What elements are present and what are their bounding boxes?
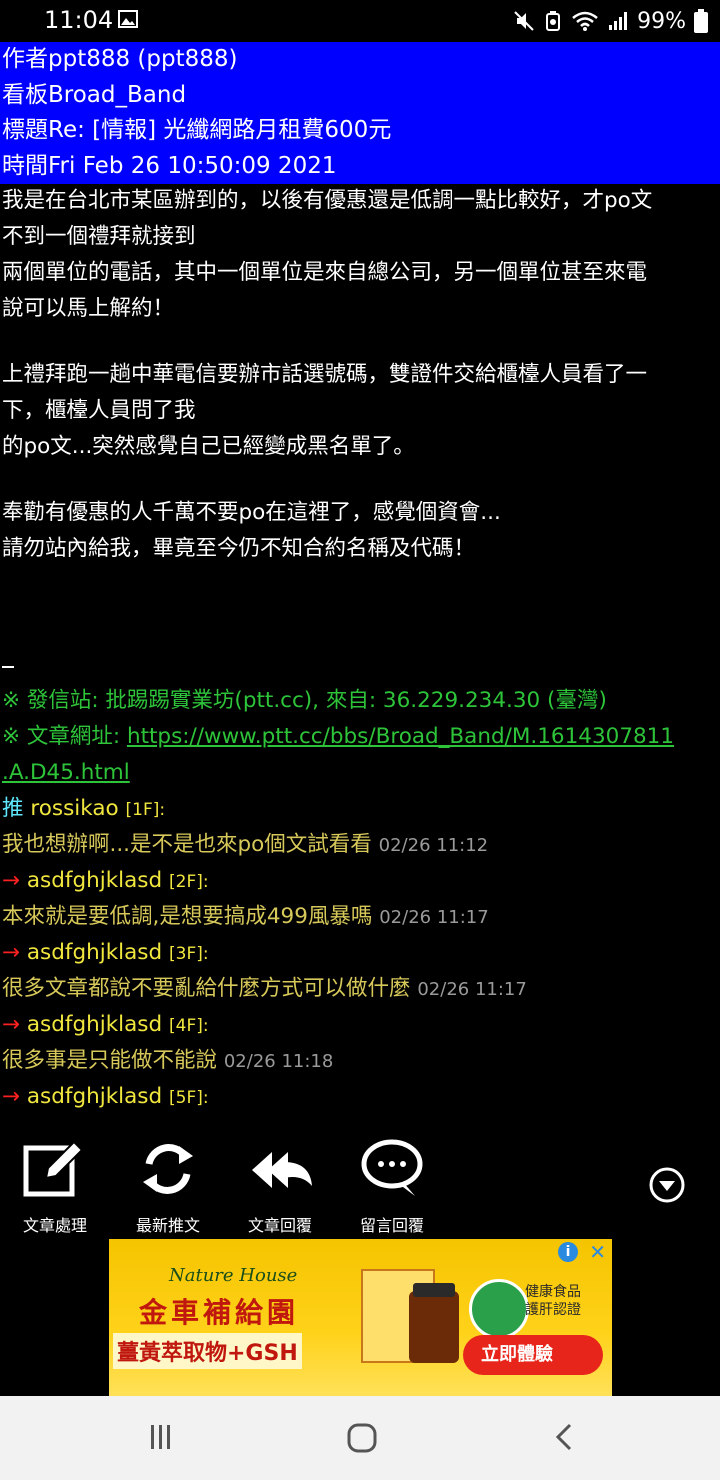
status-bar: 11:04 99% xyxy=(0,0,720,42)
health-food-badge-icon xyxy=(469,1279,529,1339)
article-author: 作者ppt888 (ppt888) xyxy=(2,46,238,72)
refresh-icon xyxy=(143,1144,193,1194)
article-board: 看板Broad_Band xyxy=(2,81,187,108)
article-actions-label: 文章處理 xyxy=(22,1216,87,1235)
comment-bubble-icon xyxy=(361,1139,423,1196)
arrow-tag: → xyxy=(2,1084,21,1109)
product-bottle-cap xyxy=(413,1283,455,1297)
image-icon xyxy=(118,10,138,28)
article-url-link-cont[interactable]: .A.D45.html xyxy=(2,760,130,785)
reply-article-label: 文章回覆 xyxy=(247,1216,312,1235)
status-icons: 99% xyxy=(513,6,708,36)
comment-user: asdfghjklasd xyxy=(26,1012,163,1037)
latest-push-label: 最新推文 xyxy=(135,1216,200,1235)
comment-user: asdfghjklasd xyxy=(26,868,163,893)
comment-time: 02/26 11:17 xyxy=(417,979,527,1000)
comment-floor: [1F]: xyxy=(125,800,166,820)
comment-time: 02/26 11:17 xyxy=(379,907,489,928)
comment-floor: [5F]: xyxy=(169,1088,209,1108)
reply-article-button[interactable]: 文章回覆 xyxy=(230,1136,330,1236)
comment-floor: [4F]: xyxy=(169,1016,209,1036)
ad-cta-button[interactable]: 立即體驗 xyxy=(463,1335,603,1375)
body-line: 上禮拜跑一趟中華電信要辦市話選號碼，雙證件交給櫃檯人員看了一 xyxy=(2,362,648,387)
push-tag: 推 xyxy=(2,796,24,821)
ad-title: 金車補給園 xyxy=(139,1296,300,1329)
info-icon[interactable]: i xyxy=(558,1242,578,1262)
mute-icon xyxy=(514,11,534,31)
comment-header[interactable]: → asdfghjklasd [2F]: xyxy=(2,866,209,897)
comment-user: rossikao xyxy=(30,796,119,821)
signature-url-label: ※ 文章網址: xyxy=(2,724,127,749)
signature-sent-from: ※ 發信站: 批踢踢實業坊(ptt.cc), 來自: 36.229.234.30… xyxy=(2,688,607,713)
reply-all-icon xyxy=(252,1152,312,1188)
recent-apps-icon[interactable] xyxy=(146,1422,176,1452)
comment-floor: [3F]: xyxy=(169,944,209,964)
comment-header[interactable]: 推 rossikao [1F]: xyxy=(2,794,165,825)
home-icon[interactable] xyxy=(346,1422,378,1454)
comment-header[interactable]: → asdfghjklasd [4F]: xyxy=(2,1010,209,1041)
reply-comment-button[interactable]: 留言回覆 xyxy=(342,1136,442,1236)
signature-url-row: ※ 文章網址: https://www.ptt.cc/bbs/Broad_Ban… xyxy=(2,722,674,752)
signal-icon xyxy=(609,12,628,30)
comment-body: 很多事是只能做不能說 02/26 11:18 xyxy=(2,1046,333,1077)
body-line: 不到一個禮拜就接到 xyxy=(2,224,196,249)
reply-comment-label: 留言回覆 xyxy=(359,1216,424,1235)
alarm-icon xyxy=(546,11,561,31)
body-line: 我是在台北市某區辦到的，以後有優惠還是低調一點比較好，才po文 xyxy=(2,188,653,213)
close-icon[interactable]: ✕ xyxy=(589,1240,606,1264)
article-content[interactable]: 我是在台北市某區辦到的，以後有優惠還是低調一點比較好，才po文 不到一個禮拜就接… xyxy=(0,184,720,1126)
comment-time: 02/26 11:12 xyxy=(378,835,489,856)
action-toolbar: 文章處理 最新推文 文章回覆 留言回覆 xyxy=(0,1126,720,1240)
arrow-tag: → xyxy=(2,940,21,965)
comment-header[interactable]: → asdfghjklasd [3F]: xyxy=(2,938,209,969)
comment-text: 很多文章都說不要亂給什麼方式可以做什麼 xyxy=(2,976,411,1001)
comment-floor: [2F]: xyxy=(169,872,209,892)
body-line: 兩個單位的電話，其中一個單位是來自總公司，另一個單位甚至來電 xyxy=(2,260,648,285)
article-time: 時間Fri Feb 26 10:50:09 2021 xyxy=(2,152,337,179)
ad-brand: Nature House xyxy=(169,1265,298,1286)
article-url-link[interactable]: https://www.ptt.cc/bbs/Broad_Band/M.1614… xyxy=(127,724,674,749)
comment-text: 本來就是要低調,是想要搞成499風暴嗎 xyxy=(2,904,373,929)
arrow-tag: → xyxy=(2,1012,21,1037)
ad-banner[interactable]: i ✕ Nature House 金車補給園 薑黃萃取物+GSH 健康食品 護肝… xyxy=(109,1239,612,1396)
article-title: 標題Re: [情報] 光纖網路月租費600元 xyxy=(2,117,392,143)
body-line: 下，櫃檯人員問了我 xyxy=(2,398,196,423)
system-nav-bar xyxy=(0,1396,720,1480)
comment-body: 本來就是要低調,是想要搞成499風暴嗎 02/26 11:17 xyxy=(2,902,489,933)
body-line: 奉勸有優惠的人千萬不要po在這裡了，感覺個資會... xyxy=(2,500,501,525)
body-line: 的po文...突然感覺自己已經變成黑名單了。 xyxy=(2,434,415,459)
comment-body: 很多文章都說不要亂給什麼方式可以做什麼 02/26 11:17 xyxy=(2,974,527,1005)
battery-icon xyxy=(694,9,708,33)
body-line: 請勿站內給我，畢竟至今仍不知合約名稱及代碼！ xyxy=(2,536,476,561)
comment-text: 很多事是只能做不能說 xyxy=(2,1048,218,1073)
back-icon[interactable] xyxy=(550,1422,580,1452)
article-actions-button[interactable]: 文章處理 xyxy=(5,1136,105,1236)
comment-header[interactable]: → asdfghjklasd [5F]: xyxy=(2,1082,209,1113)
comment-body: 我也想辦啊...是不是也來po個文試看看 02/26 11:12 xyxy=(2,830,488,861)
comment-time: 02/26 11:18 xyxy=(223,1051,334,1072)
text-cursor xyxy=(2,666,14,668)
article-header: 作者ppt888 (ppt888) 看板Broad_Band 標題Re: [情報… xyxy=(0,42,720,184)
comment-user: asdfghjklasd xyxy=(26,940,163,965)
battery-percent: 99% xyxy=(637,8,686,34)
comment-user: asdfghjklasd xyxy=(26,1084,163,1109)
signature-url-row-2: .A.D45.html xyxy=(2,758,130,788)
chevron-down-icon[interactable] xyxy=(648,1166,686,1204)
ad-subtitle: 薑黃萃取物+GSH xyxy=(113,1333,302,1369)
body-line: 說可以馬上解約！ xyxy=(2,296,175,321)
status-time: 11:04 xyxy=(44,6,114,34)
wifi-icon xyxy=(572,11,598,31)
arrow-tag: → xyxy=(2,868,21,893)
latest-push-button[interactable]: 最新推文 xyxy=(118,1136,218,1236)
edit-icon xyxy=(23,1140,84,1197)
product-bottle-image xyxy=(409,1291,459,1363)
comment-text: 我也想辦啊...是不是也來po個文試看看 xyxy=(2,832,372,857)
ad-badge-text: 健康食品 護肝認證 xyxy=(525,1284,581,1318)
